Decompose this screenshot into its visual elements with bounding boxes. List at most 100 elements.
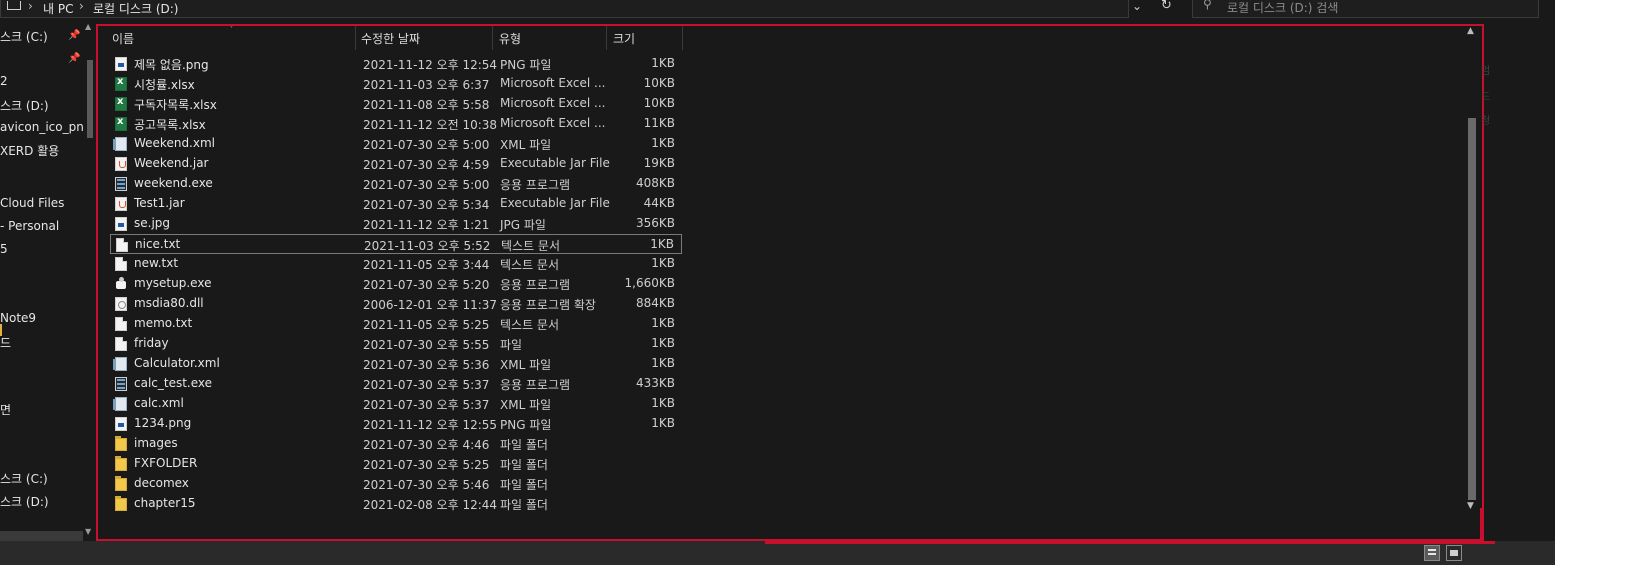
- folder-row[interactable]: images 2021-07-30 오후 4:46 파일 폴더: [110, 434, 682, 454]
- chevron-up-icon[interactable]: ▲: [1467, 26, 1474, 36]
- file-row[interactable]: new.txt 2021-11-05 오후 3:44 텍스트 문서 1KB: [110, 254, 682, 274]
- nav-item-2[interactable]: 2: [0, 74, 8, 88]
- nav-item-onedrive-personal[interactable]: - Personal: [0, 219, 59, 233]
- background-text: 드: [1481, 92, 1491, 103]
- file-name: 구독자목록.xlsx: [134, 98, 217, 112]
- file-name: msdia80.dll: [134, 296, 204, 310]
- nav-item-desktop[interactable]: 면: [0, 401, 11, 418]
- nav-item-local-disk-c-2[interactable]: 스크 (C:): [0, 470, 48, 487]
- scrollbar-thumb[interactable]: [87, 60, 93, 138]
- file-name: images: [134, 436, 178, 450]
- file-type: 응용 프로그램: [500, 378, 571, 392]
- column-date[interactable]: 수정한 날짜: [361, 30, 420, 47]
- folder-row[interactable]: decomex 2021-07-30 오후 5:46 파일 폴더: [110, 474, 682, 494]
- file-row[interactable]: 제목 없음.png 2021-11-12 오후 12:54 PNG 파일 1KB: [110, 54, 682, 74]
- large-icons-view-icon[interactable]: [1446, 545, 1462, 561]
- file-type: 응용 프로그램 확장: [500, 298, 596, 312]
- breadcrumb-pc[interactable]: 내 PC: [43, 0, 73, 17]
- folder-icon: [115, 436, 127, 451]
- chevron-up-icon[interactable]: ▲: [85, 22, 91, 31]
- png-file-icon: [115, 57, 127, 71]
- nav-selected-highlight: [0, 531, 83, 541]
- nav-item-local-disk-d[interactable]: 스크 (D:): [0, 97, 49, 114]
- nav-item-creative-cloud[interactable]: Cloud Files: [0, 196, 64, 210]
- sort-caret-icon: ▽: [228, 24, 235, 30]
- column-type[interactable]: 유형: [499, 30, 521, 47]
- chevron-down-icon[interactable]: ⌄: [1132, 0, 1142, 13]
- xls-file-icon: [115, 116, 127, 131]
- file-type: 텍스트 문서: [501, 239, 561, 253]
- file-size: 1KB: [651, 56, 675, 70]
- file-size: 1KB: [650, 237, 674, 251]
- scrollbar-thumb[interactable]: [1468, 118, 1476, 500]
- column-divider[interactable]: [355, 26, 356, 50]
- file-name: FXFOLDER: [134, 456, 198, 470]
- chevron-down-icon[interactable]: ▼: [85, 527, 91, 536]
- column-divider[interactable]: [606, 26, 607, 50]
- file-type: 파일 폴더: [500, 498, 548, 512]
- file-list-scrollbar[interactable]: ▲ ▼: [1464, 26, 1480, 539]
- file-date: 2021-07-30 오후 5:34: [363, 198, 490, 212]
- file-date: 2021-07-30 오후 5:37: [363, 398, 490, 412]
- file-row[interactable]: Weekend.xml 2021-07-30 오후 5:00 XML 파일 1KB: [110, 134, 682, 154]
- nav-item-exerd[interactable]: XERD 활용: [0, 142, 59, 159]
- column-divider[interactable]: [682, 26, 683, 50]
- column-size[interactable]: 크기: [613, 30, 635, 47]
- file-name: memo.txt: [134, 316, 193, 330]
- file-row[interactable]: Test1.jar 2021-07-30 오후 5:34 Executable Ja…: [110, 194, 682, 214]
- file-row[interactable]: mysetup.exe 2021-07-30 오후 5:20 응용 프로그램 1,66…: [110, 274, 682, 294]
- nav-item-favicon[interactable]: avicon_ico_png: [0, 120, 91, 134]
- file-row[interactable]: nice.txt 2021-11-03 오후 5:52 텍스트 문서 1KB: [110, 234, 682, 254]
- search-icon: ⚲: [1203, 0, 1212, 11]
- background-text: 엄: [1481, 66, 1491, 77]
- file-name: calc_test.exe: [134, 376, 213, 390]
- column-header: ▽ 이름 수정한 날짜 유형 크기: [98, 26, 1468, 50]
- column-divider[interactable]: [492, 26, 493, 50]
- nav-item-local-disk-d-2[interactable]: 스크 (D:): [0, 493, 49, 510]
- file-row[interactable]: 시청률.xlsx 2021-11-03 오후 6:37 Microsoft Exce…: [110, 74, 682, 94]
- refresh-icon[interactable]: ↻: [1161, 0, 1172, 13]
- file-date: 2021-11-05 오후 5:25: [363, 318, 490, 332]
- file-type: Executable Jar File: [500, 196, 610, 210]
- file-row[interactable]: msdia80.dll 2006-12-01 오후 11:37 응용 프로그램 확장…: [110, 294, 682, 314]
- file-row[interactable]: weekend.exe 2021-07-30 오후 5:00 응용 프로그램 408K…: [110, 174, 682, 194]
- file-row[interactable]: se.jpg 2021-11-12 오후 1:21 JPG 파일 356KB: [110, 214, 682, 234]
- file-row[interactable]: Calculator.xml 2021-07-30 오후 5:36 XML 파일 1K…: [110, 354, 682, 374]
- file-row[interactable]: 구독자목록.xlsx 2021-11-08 오후 5:58 Microsoft Ex…: [110, 94, 682, 114]
- file-row[interactable]: memo.txt 2021-11-05 오후 5:25 텍스트 문서 1KB: [110, 314, 682, 334]
- doc-file-icon: [116, 238, 128, 252]
- folder-icon: [115, 456, 127, 471]
- doc-file-icon: [115, 317, 127, 331]
- chevron-down-icon[interactable]: ▼: [1467, 501, 1474, 511]
- file-row[interactable]: 1234.png 2021-11-12 오후 12:55 PNG 파일 1KB: [110, 414, 682, 434]
- file-row[interactable]: friday 2021-07-30 오후 5:55 파일 1KB: [110, 334, 682, 354]
- file-size: 11KB: [643, 116, 675, 130]
- nav-item-5[interactable]: 5: [0, 242, 8, 256]
- file-size: 10KB: [643, 76, 675, 90]
- file-date: 2021-07-30 오후 5:36: [363, 358, 490, 372]
- file-type: PNG 파일: [500, 58, 552, 72]
- nav-item-de[interactable]: 드: [0, 334, 11, 351]
- details-view-icon[interactable]: [1424, 545, 1440, 561]
- folder-row[interactable]: FXFOLDER 2021-07-30 오후 5:25 파일 폴더: [110, 454, 682, 474]
- nav-item-local-disk-c[interactable]: 스크 (C:): [0, 28, 48, 45]
- file-name: Calculator.xml: [134, 356, 220, 370]
- jar-file-icon: [115, 197, 127, 211]
- file-size: 433KB: [635, 376, 675, 390]
- pin-icon[interactable]: 📌: [68, 53, 80, 64]
- file-row[interactable]: 공고목록.xlsx 2021-11-12 오전 10:38Microsoft Ex…: [110, 114, 682, 134]
- nav-item-note9[interactable]: Note9: [0, 311, 36, 325]
- navigation-scrollbar[interactable]: ▲ ▼: [84, 22, 96, 541]
- file-size: 356KB: [635, 216, 675, 230]
- address-field[interactable]: › 내 PC › 로컬 디스크 (D:) ⌄ ↻: [0, 0, 1172, 18]
- pin-icon[interactable]: 📌: [68, 30, 80, 41]
- file-row[interactable]: calc_test.exe 2021-07-30 오후 5:37 응용 프로그램 43…: [110, 374, 682, 394]
- column-name[interactable]: 이름: [112, 30, 134, 47]
- breadcrumb-drive[interactable]: 로컬 디스크 (D:): [93, 0, 178, 17]
- search-input[interactable]: ⚲ 로컬 디스크 (D:) 검색: [1192, 0, 1539, 18]
- exe-file-icon: [115, 177, 127, 191]
- file-size: 19KB: [643, 156, 675, 170]
- file-row[interactable]: calc.xml 2021-07-30 오후 5:37 XML 파일 1KB: [110, 394, 682, 414]
- folder-row[interactable]: chapter15 2021-02-08 오후 12:44 파일 폴더: [110, 494, 682, 514]
- file-row[interactable]: Weekend.jar 2021-07-30 오후 4:59 Executable …: [110, 154, 682, 174]
